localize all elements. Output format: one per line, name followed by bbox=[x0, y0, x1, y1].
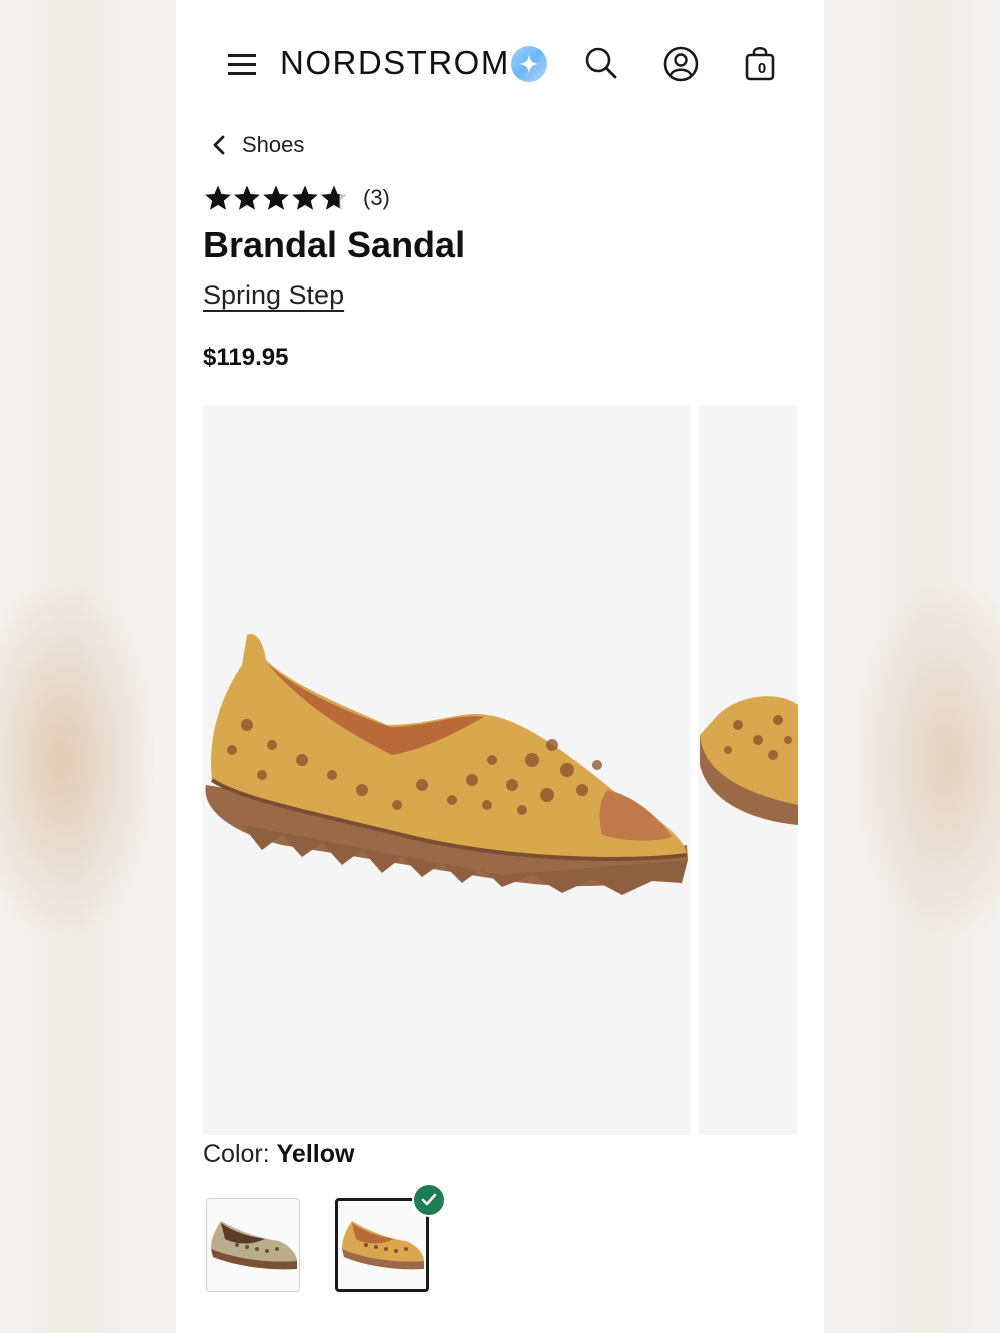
product-price: $119.95 bbox=[203, 344, 289, 371]
mobile-page: NORDSTROM 0 Shoes (3) Brandal Sandal Spr… bbox=[176, 0, 824, 1333]
search-icon[interactable] bbox=[584, 46, 618, 80]
yellow-sandal-image-partial bbox=[699, 696, 798, 825]
site-header: NORDSTROM 0 bbox=[176, 0, 824, 120]
star-icon bbox=[234, 185, 260, 210]
star-icon bbox=[205, 185, 231, 210]
color-swatch-yellow[interactable] bbox=[335, 1198, 429, 1292]
selected-color-name: Yellow bbox=[276, 1140, 355, 1168]
product-title: Brandal Sandal bbox=[203, 224, 466, 265]
star-icon bbox=[263, 185, 289, 210]
nordstrom-logo[interactable]: NORDSTROM bbox=[280, 44, 510, 82]
color-swatch-gold[interactable] bbox=[206, 1198, 300, 1292]
star-icon bbox=[321, 185, 347, 210]
review-count: (3) bbox=[363, 185, 390, 210]
yellow-sandal-thumbnail bbox=[342, 1221, 424, 1270]
menu-icon[interactable] bbox=[226, 50, 258, 78]
star-icon bbox=[292, 185, 318, 210]
brand-link[interactable]: Spring Step bbox=[203, 280, 344, 311]
color-label: Color: Yellow bbox=[203, 1140, 354, 1169]
color-label-prefix: Color: bbox=[203, 1140, 277, 1168]
cart-count: 0 bbox=[757, 60, 767, 77]
yellow-sandal-image bbox=[205, 634, 688, 895]
product-image-main[interactable] bbox=[202, 405, 691, 1135]
sparkle-icon[interactable] bbox=[511, 46, 547, 82]
breadcrumb-back-shoes[interactable]: Shoes bbox=[212, 128, 304, 162]
chevron-left-icon bbox=[213, 135, 225, 155]
gold-sandal-thumbnail bbox=[211, 1221, 297, 1270]
selected-check-icon bbox=[412, 1183, 446, 1217]
product-image-next[interactable] bbox=[698, 405, 798, 1135]
star-rating bbox=[204, 184, 349, 212]
rating-summary[interactable]: (3) bbox=[204, 184, 390, 212]
account-icon[interactable] bbox=[662, 45, 700, 83]
breadcrumb-label: Shoes bbox=[242, 132, 305, 157]
